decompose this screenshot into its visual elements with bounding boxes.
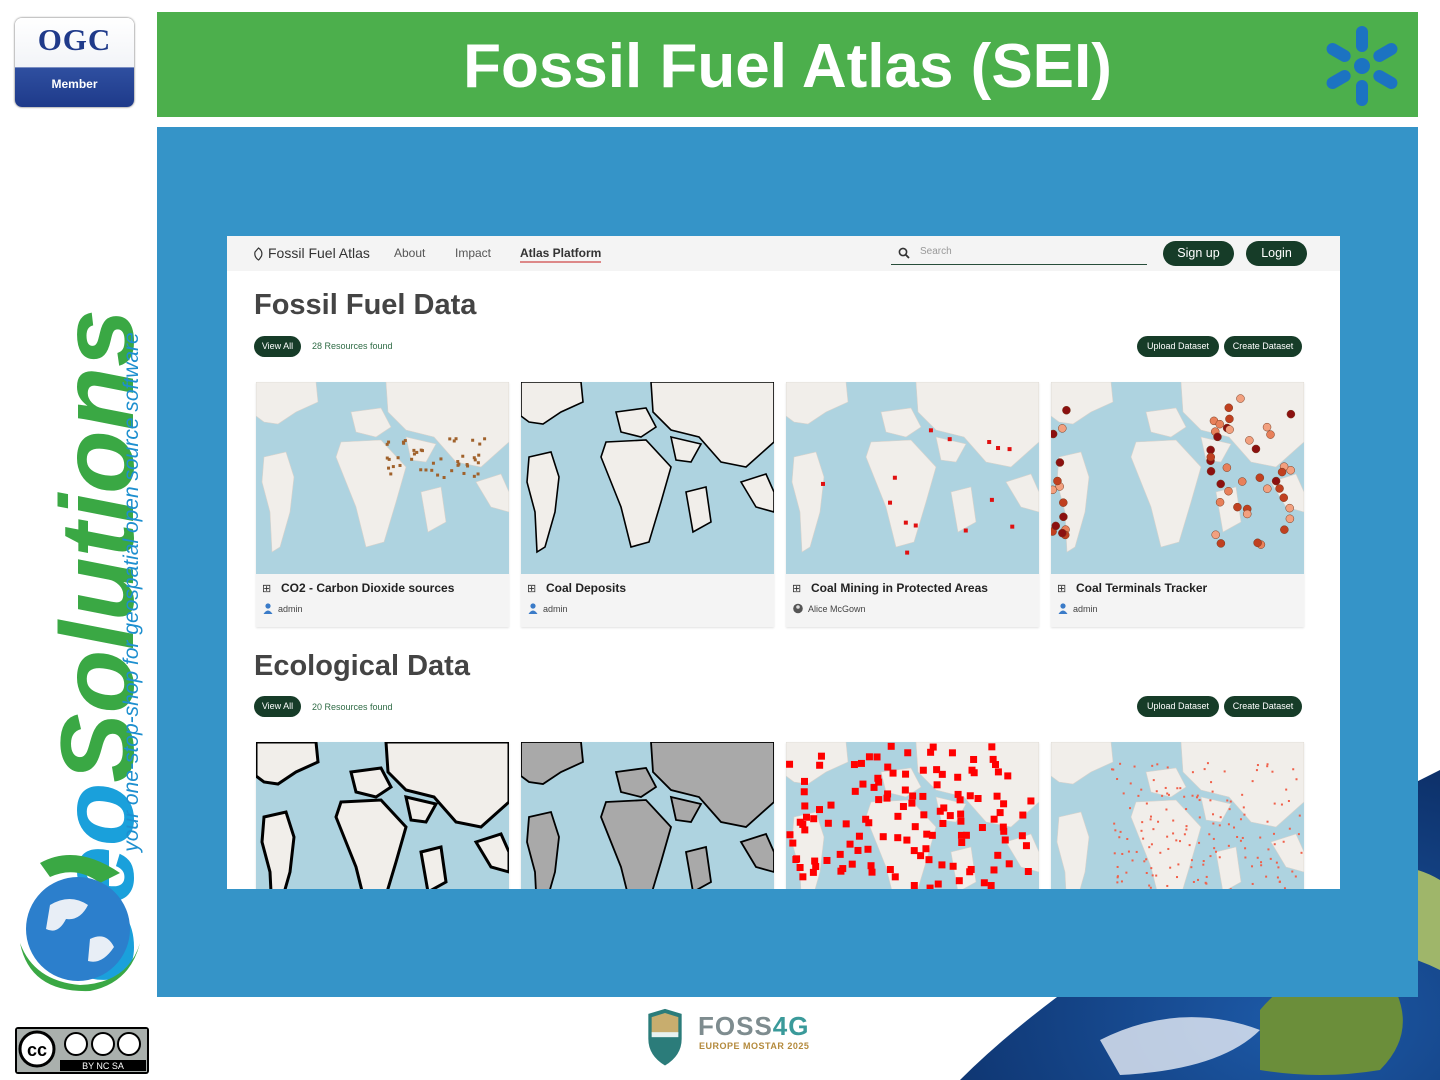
dataset-card[interactable] xyxy=(256,742,509,889)
license-text: BY NC SA xyxy=(82,1061,124,1071)
dataset-card[interactable]: ⊞ Coal Mining in Protected Areas Alice M… xyxy=(786,382,1039,627)
resources-found: 28 Resources found xyxy=(312,341,393,351)
map-thumbnail xyxy=(256,382,509,574)
map-thumbnail xyxy=(1051,742,1304,889)
ogc-member-text: Member xyxy=(51,77,98,91)
foss-text: FOSS xyxy=(698,1011,773,1041)
section-title-ecological: Ecological Data xyxy=(254,650,470,682)
creative-commons-badge: cc BY NC SA xyxy=(15,1027,149,1074)
create-dataset-button[interactable]: Create Dataset xyxy=(1224,696,1302,717)
card-title[interactable]: Coal Terminals Tracker xyxy=(1076,581,1207,595)
table-icon: ⊞ xyxy=(262,583,272,595)
table-icon: ⊞ xyxy=(527,583,537,595)
atlas-logo-icon xyxy=(254,247,263,261)
map-thumbnail xyxy=(256,742,509,889)
dataset-card[interactable] xyxy=(521,742,774,889)
foss4g-subtitle: EUROPE MOSTAR 2025 xyxy=(699,1041,810,1051)
user-icon xyxy=(263,603,273,614)
app-navbar: Fossil Fuel Atlas About Impact Atlas Pla… xyxy=(227,236,1340,271)
card-title[interactable]: Coal Mining in Protected Areas xyxy=(811,581,988,595)
view-all-button[interactable]: View All xyxy=(254,336,301,357)
table-icon: ⊞ xyxy=(1057,583,1067,595)
map-thumbnail xyxy=(1051,382,1304,574)
login-button[interactable]: Login xyxy=(1246,241,1307,266)
section-title-fossil: Fossil Fuel Data xyxy=(254,289,477,321)
card-author: admin xyxy=(278,604,303,614)
dataset-card[interactable]: ⊞ CO2 - Carbon Dioxide sources admin xyxy=(256,382,509,627)
foss-4g-text: 4G xyxy=(772,1011,810,1041)
dataset-card[interactable]: ⊞ Coal Terminals Tracker admin xyxy=(1051,382,1304,627)
card-author: admin xyxy=(1073,604,1098,614)
create-dataset-button[interactable]: Create Dataset xyxy=(1224,336,1302,357)
user-icon xyxy=(528,603,538,614)
slide-title-bar: Fossil Fuel Atlas (SEI) xyxy=(157,12,1418,117)
map-thumbnail xyxy=(786,742,1039,889)
signup-button[interactable]: Sign up xyxy=(1163,241,1234,266)
map-thumbnail xyxy=(521,382,774,574)
upload-dataset-button[interactable]: Upload Dataset xyxy=(1137,696,1219,717)
nav-about[interactable]: About xyxy=(394,246,425,260)
card-author: Alice McGown xyxy=(808,604,866,614)
app-brand[interactable]: Fossil Fuel Atlas xyxy=(268,245,370,261)
map-thumbnail xyxy=(521,742,774,889)
card-title[interactable]: CO2 - Carbon Dioxide sources xyxy=(281,581,454,595)
foss4g-wordmark: FOSS4G xyxy=(698,1011,809,1042)
brand-tagline: your one-stop-shop for geospatial open s… xyxy=(120,332,143,852)
card-author: admin xyxy=(543,604,568,614)
nav-impact[interactable]: Impact xyxy=(455,246,491,260)
map-thumbnail xyxy=(786,382,1039,574)
upload-dataset-button[interactable]: Upload Dataset xyxy=(1137,336,1219,357)
dataset-card[interactable] xyxy=(1051,742,1304,889)
nav-atlas-platform[interactable]: Atlas Platform xyxy=(520,246,602,263)
dataset-card[interactable] xyxy=(786,742,1039,889)
user-icon xyxy=(1058,603,1068,614)
search-placeholder: Search xyxy=(920,246,952,257)
app-screenshot: Fossil Fuel Atlas About Impact Atlas Pla… xyxy=(227,236,1340,889)
foss4g-logo-icon xyxy=(648,1008,682,1066)
card-title[interactable]: Coal Deposits xyxy=(546,581,626,595)
svg-text:cc: cc xyxy=(27,1040,47,1060)
search-icon xyxy=(898,247,910,259)
table-icon: ⊞ xyxy=(792,583,802,595)
dataset-card[interactable]: ⊞ Coal Deposits admin xyxy=(521,382,774,627)
globe-icon xyxy=(20,855,140,992)
ogc-member-logo: OGC Member xyxy=(15,18,134,107)
search-input[interactable]: Search xyxy=(891,242,1147,265)
ogc-logo-text: OGC xyxy=(37,22,112,57)
view-all-button[interactable]: View All xyxy=(254,696,301,717)
slide-title: Fossil Fuel Atlas (SEI) xyxy=(463,32,1112,101)
avatar-icon xyxy=(793,603,803,614)
resources-found: 20 Resources found xyxy=(312,702,393,712)
asterisk-logo-icon xyxy=(1326,26,1398,106)
